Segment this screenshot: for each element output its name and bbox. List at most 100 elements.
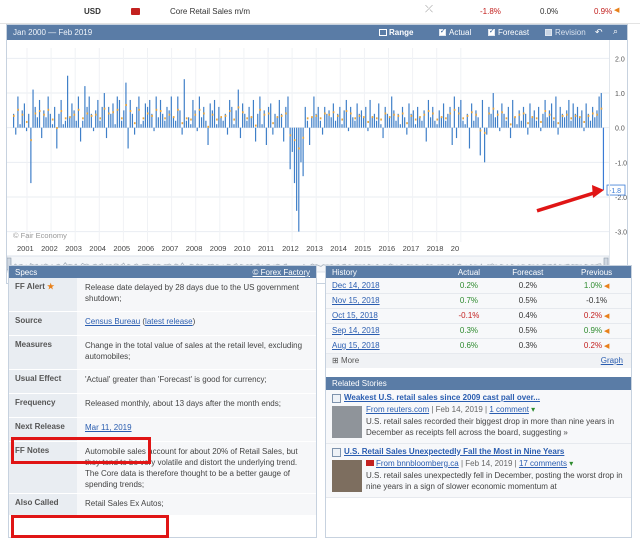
actual-bar [408,103,410,128]
forecast-marker [250,116,253,119]
actual-bar [319,120,321,128]
history-row[interactable]: Dec 14, 2018 0.2% 0.2% 1.0% ◀ [326,278,631,294]
spec-value: Release date delayed by 28 days due to t… [77,278,316,311]
story-source-link[interactable]: From bnnbloomberg.ca [376,459,459,468]
close-detail-icon[interactable]: ⤫ [425,4,433,15]
actual-bar [17,96,19,128]
related-story[interactable]: Weakest U.S. retail sales since 2009 cas… [326,389,631,444]
history-row[interactable]: Sep 14, 2018 0.3% 0.5% 0.9% ◀ [326,323,631,339]
actual-bar [239,127,242,139]
history-date-link[interactable]: Nov 15, 2018 [332,296,380,305]
story-title-link[interactable]: U.S. Retail Sales Unexpectedly Fall the … [344,447,564,456]
forecast-toggle-label[interactable]: Forecast [498,28,529,37]
x-tick-label: 2004 [89,244,106,253]
forex-factory-link[interactable]: © Forex Factory [253,268,310,277]
more-history-button[interactable]: ⊞ More [332,356,359,365]
forecast-marker [43,113,45,116]
event-title[interactable]: Core Retail Sales m/m [170,7,250,16]
chart-range-title: Jan 2000 — Feb 2019 [13,28,93,37]
history-date-link[interactable]: Sep 14, 2018 [332,326,380,335]
event-row[interactable]: USD Core Retail Sales m/m ⤫ -1.8% 0.0% 0… [0,0,640,24]
history-forecast: 0.3% [493,338,563,354]
history-date-link[interactable]: Aug 15, 2018 [332,341,380,350]
actual-bar [432,106,434,128]
y-tick-label: 2.0 [615,56,625,63]
actual-bar [514,117,516,128]
forecast-marker [488,112,490,115]
forecast-marker [103,107,106,110]
y-tick-label: -2.0 [615,195,627,202]
actual-bar [354,120,356,128]
history-date-link[interactable]: Oct 15, 2018 [332,311,378,320]
history-date[interactable]: Oct 15, 2018 [326,308,445,324]
history-row[interactable]: Aug 15, 2018 0.6% 0.3% 0.2% ◀ [326,338,631,354]
forecast-checkbox[interactable] [488,27,495,36]
forecast-marker [280,114,283,117]
chart-watermark: © Fair Economy [13,231,67,240]
y-tick-label: 1.0 [615,91,625,98]
revised-marker-icon: ◀ [602,328,610,335]
history-date[interactable]: Sep 14, 2018 [326,323,445,339]
revision-checkbox[interactable] [545,29,552,36]
history-date[interactable]: Dec 14, 2018 [326,278,445,294]
zoom-icon[interactable]: ⌕ [613,26,618,37]
story-source-link[interactable]: From reuters.com [366,405,429,414]
story-excerpt: U.S. retail sales recorded their biggest… [366,416,615,437]
forecast-marker [86,112,89,115]
graph-link[interactable]: Graph [601,356,623,365]
story-comments-link[interactable]: 1 comment [489,405,529,414]
forecast-marker [17,108,19,111]
actual-bar [121,120,123,128]
actual-bar [442,103,445,128]
actual-bar [222,120,224,128]
actual-bar [185,120,188,128]
story-thumbnail[interactable] [332,459,362,492]
revision-toggle-label[interactable]: Revision [555,28,586,37]
forecast-marker [587,114,590,117]
actual-bar [250,117,252,128]
latest-release-link[interactable]: latest release [145,317,193,326]
history-date[interactable]: Aug 15, 2018 [326,338,445,354]
actual-bar [533,110,535,128]
actual-bar [153,127,155,132]
actual-bar [300,127,302,163]
actual-bar [568,99,570,128]
calendar-icon[interactable] [379,29,387,36]
next-release-link[interactable]: Mar 11, 2019 [85,423,132,432]
history-date-link[interactable]: Dec 14, 2018 [332,281,380,290]
specs-title: Specs [15,268,38,277]
actual-toggle-label[interactable]: Actual [449,28,471,37]
actual-bar [127,127,129,149]
history-row[interactable]: Nov 15, 2018 0.7% 0.5% -0.1% [326,293,631,309]
range-button[interactable]: Range [389,28,413,37]
actual-bar [92,127,95,132]
actual-bar [518,110,520,128]
actual-bar [110,113,112,128]
actual-bar [79,127,82,142]
actual-bar [473,120,475,128]
comments-dropdown-icon[interactable]: ▾ [569,459,573,468]
forecast-marker [151,114,153,117]
actual-bar [198,96,200,128]
history-date[interactable]: Nov 15, 2018 [326,293,445,309]
actual-bar [596,110,598,128]
actual-bar [399,124,401,128]
chart-plot-area[interactable]: 2.0 1.0 0.0 -1.0 -2.0 -3.0 2001 2002 2003 2004 200… [7,40,627,284]
actual-bar [95,110,97,128]
actual-bar [133,127,136,135]
actual-checkbox[interactable] [439,27,446,36]
comments-dropdown-icon[interactable]: ▾ [531,405,535,414]
story-title-link[interactable]: Weakest U.S. retail sales since 2009 cas… [344,393,540,402]
spec-key: Frequency [9,394,77,417]
history-forecast: 0.5% [493,323,563,339]
history-row[interactable]: Oct 15, 2018 -0.1% 0.4% 0.2% ◀ [326,308,631,324]
actual-bar [388,117,391,128]
story-comments-link[interactable]: 17 comments [519,459,567,468]
story-thumbnail[interactable] [332,405,362,438]
actual-bar [555,96,557,128]
reset-zoom-icon[interactable]: ↶ [595,27,603,38]
actual-bar [553,120,555,128]
related-story[interactable]: U.S. Retail Sales Unexpectedly Fall the … [326,443,631,498]
forecast-marker [475,113,477,116]
source-link[interactable]: Census Bureau [85,317,140,326]
